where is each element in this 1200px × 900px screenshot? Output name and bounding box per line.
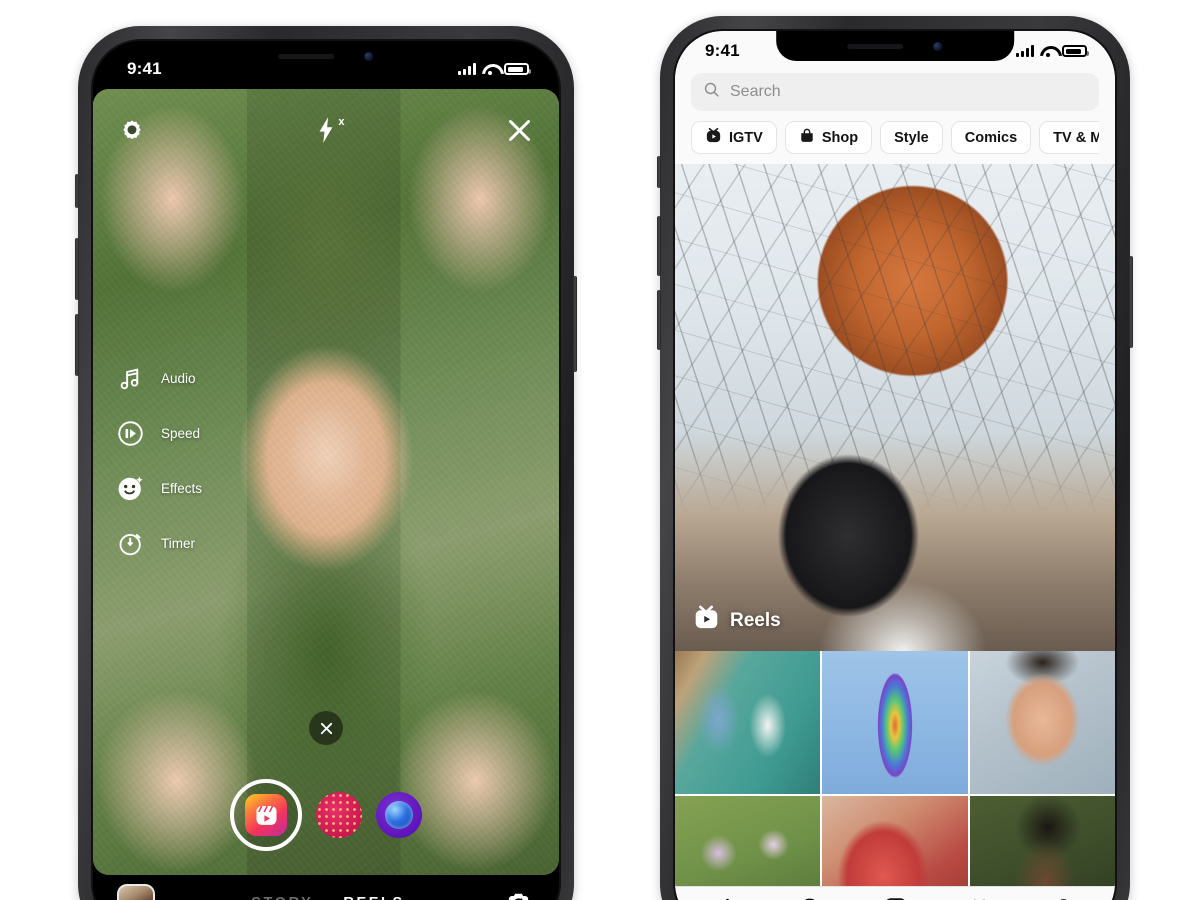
grid-cell[interactable]	[822, 796, 968, 886]
grid-cell[interactable]	[969, 651, 1115, 794]
tool-timer[interactable]: Timer	[115, 516, 202, 571]
igtv-icon	[705, 127, 722, 148]
gallery-thumbnail-button[interactable]	[117, 884, 155, 900]
status-indicators	[1016, 45, 1089, 57]
volume-down-button[interactable]	[657, 290, 661, 350]
right-phone-bezel: 9:41 Search IGTV Shop Style Comics TV & …	[673, 29, 1117, 900]
tool-effects[interactable]: Effects	[115, 461, 202, 516]
earpiece-speaker	[847, 43, 904, 49]
explore-feed[interactable]: Reels	[675, 164, 1115, 886]
battery-icon	[504, 63, 531, 75]
hero-image	[675, 164, 1115, 651]
shopping-bag-icon	[799, 127, 815, 148]
hero-badge-label: Reels	[730, 609, 781, 631]
flip-camera-icon[interactable]	[501, 886, 535, 900]
search-icon	[703, 81, 720, 103]
chip-label: IGTV	[729, 129, 763, 146]
effects-face-icon	[115, 474, 145, 504]
wifi-icon	[1040, 45, 1056, 57]
reels-clapper-icon	[693, 604, 720, 637]
tab-reels[interactable]: REELS	[343, 895, 404, 900]
left-phone-device: 9:41 x Audio Speed Effects Timer	[75, 26, 577, 900]
chip-igtv[interactable]: IGTV	[691, 121, 777, 154]
record-button[interactable]	[230, 779, 302, 851]
tab-activity[interactable]	[966, 896, 993, 900]
grid-cell[interactable]	[822, 651, 968, 794]
bottom-tab-bar	[675, 886, 1115, 900]
explore-screen: 9:41 Search IGTV Shop Style Comics TV & …	[675, 31, 1115, 900]
grid-cell[interactable]	[969, 796, 1115, 886]
category-chips: IGTV Shop Style Comics TV &	[691, 121, 1099, 164]
front-camera-icon	[364, 51, 374, 61]
flash-off-superscript: x	[338, 116, 345, 128]
speed-icon	[115, 419, 145, 449]
mute-switch-button[interactable]	[657, 156, 661, 188]
tool-speed[interactable]: Speed	[115, 406, 202, 461]
battery-icon	[1062, 45, 1089, 57]
power-button[interactable]	[1129, 256, 1133, 348]
right-phone-screen: 9:41 Search IGTV Shop Style Comics TV & …	[675, 31, 1115, 900]
status-indicators	[458, 63, 531, 75]
flash-off-icon[interactable]: x	[315, 116, 345, 144]
grid-cell[interactable]	[675, 796, 821, 886]
explore-grid	[675, 651, 1115, 886]
cellular-bars-icon	[458, 63, 476, 75]
tab-home[interactable]	[714, 896, 741, 900]
tool-label: Speed	[161, 426, 201, 441]
earpiece-speaker	[278, 53, 335, 59]
power-button[interactable]	[573, 276, 577, 372]
volume-up-button[interactable]	[75, 238, 79, 300]
chip-label: Comics	[964, 129, 1018, 146]
search-placeholder: Search	[730, 83, 781, 100]
chip-label: TV & Movies	[1053, 129, 1099, 146]
camera-viewfinder[interactable]: x Audio Speed Effects Timer	[93, 89, 559, 875]
left-phone-bezel: 9:41 x Audio Speed Effects Timer	[91, 39, 561, 900]
tool-label: Audio	[161, 371, 196, 386]
tool-audio[interactable]: Audio	[115, 351, 202, 406]
tab-create[interactable]	[882, 896, 909, 900]
hero-reels-badge: Reels	[693, 604, 781, 637]
chip-label: Style	[894, 129, 929, 146]
close-icon[interactable]	[506, 117, 533, 144]
dismiss-effect-button[interactable]	[309, 711, 343, 745]
status-time: 9:41	[127, 59, 162, 78]
notch	[200, 41, 452, 71]
chip-shop[interactable]: Shop	[784, 121, 873, 154]
screenshot-canvas: 9:41 x Audio Speed Effects Timer 9:41 Se…	[0, 0, 1200, 900]
cellular-bars-icon	[1016, 45, 1034, 57]
mode-tabs: STORY REELS	[155, 895, 501, 900]
camera-tool-rail: Audio Speed Effects Timer	[115, 351, 202, 571]
tab-search[interactable]	[798, 896, 825, 900]
filter-thumb-lens[interactable]	[376, 792, 422, 838]
mute-switch-button[interactable]	[75, 174, 79, 208]
music-note-icon	[115, 364, 145, 394]
status-time: 9:41	[705, 41, 740, 60]
notch	[776, 31, 1014, 61]
tab-profile[interactable]	[1050, 896, 1077, 900]
camera-mode-bar: STORY REELS	[93, 875, 559, 900]
camera-top-controls: x	[93, 105, 559, 155]
chip-label: Shop	[821, 129, 859, 146]
tool-label: Effects	[161, 481, 203, 496]
settings-gear-icon[interactable]	[119, 117, 145, 143]
volume-up-button[interactable]	[657, 216, 661, 276]
chip-style[interactable]: Style	[880, 121, 943, 154]
reels-clapper-icon	[245, 794, 287, 836]
hero-post[interactable]: Reels	[675, 164, 1115, 651]
search-bar[interactable]: Search	[691, 73, 1099, 111]
left-phone-screen: 9:41 x Audio Speed Effects Timer	[93, 41, 559, 900]
tab-story[interactable]: STORY	[251, 895, 313, 900]
chip-tv-and-movies[interactable]: TV & Movies	[1039, 121, 1099, 154]
timer-icon	[115, 529, 145, 559]
grid-cell[interactable]	[675, 651, 821, 794]
capture-controls	[93, 779, 559, 851]
explore-header: Search IGTV Shop Style Comics TV &	[675, 61, 1115, 164]
tool-label: Timer	[161, 536, 195, 551]
front-camera-icon	[933, 41, 943, 51]
chip-comics[interactable]: Comics	[950, 121, 1032, 154]
wifi-icon	[482, 63, 498, 75]
right-phone-device: 9:41 Search IGTV Shop Style Comics TV & …	[657, 16, 1133, 900]
volume-down-button[interactable]	[75, 314, 79, 376]
filter-thumb-confetti[interactable]	[316, 792, 362, 838]
